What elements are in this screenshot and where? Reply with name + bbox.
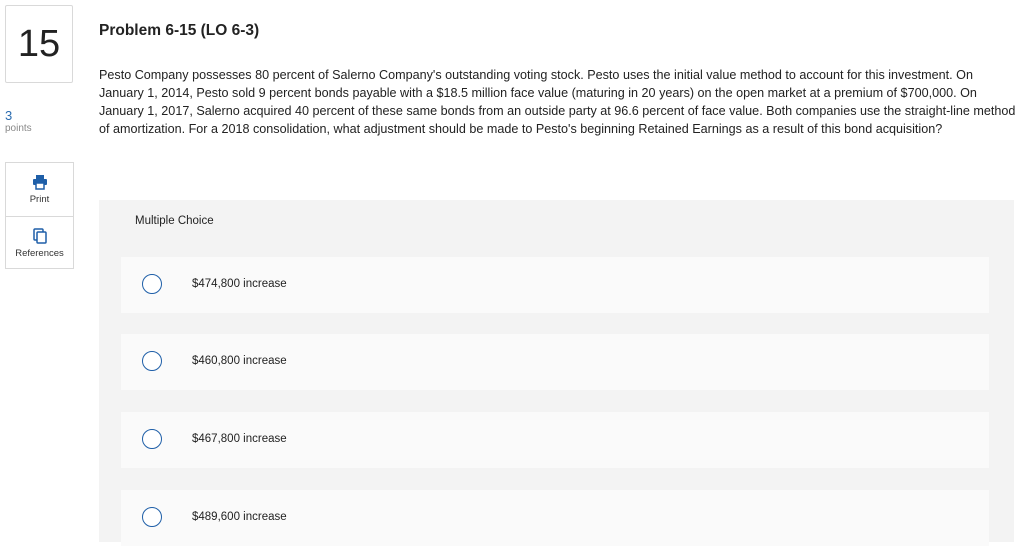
radio-button[interactable] [142,351,162,371]
choice-option[interactable]: $460,800 increase [121,334,989,390]
printer-icon [32,175,47,190]
question-number: 15 [5,5,73,83]
points-value: 3 [5,108,13,123]
radio-button[interactable] [142,274,162,294]
question-text: Pesto Company possesses 80 percent of Sa… [99,68,1016,136]
references-label: References [15,247,64,259]
choice-option[interactable]: $467,800 increase [121,412,989,468]
multiple-choice-label: Multiple Choice [135,215,214,227]
print-label: Print [29,194,50,205]
choice-option[interactable]: $474,800 increase [121,257,989,313]
radio-button[interactable] [142,429,162,449]
multiple-choice-panel: Multiple Choice $474,800 increase $460,8… [99,200,1014,546]
print-button[interactable]: Print [6,163,73,216]
problem-title: Problem 6-15 (LO 6-3) [99,22,260,39]
references-button[interactable]: References [6,216,73,269]
choice-label: $460,800 increase [192,355,287,367]
choice-label: $467,800 increase [192,433,287,445]
choice-label: $489,600 increase [192,511,287,523]
choice-label: $474,800 increase [192,278,287,290]
points-label: points [5,123,32,134]
copy-pages-icon [32,227,47,244]
tools-panel: Print References [5,162,74,269]
choice-option[interactable]: $489,600 increase [121,490,989,546]
radio-button[interactable] [142,507,162,527]
